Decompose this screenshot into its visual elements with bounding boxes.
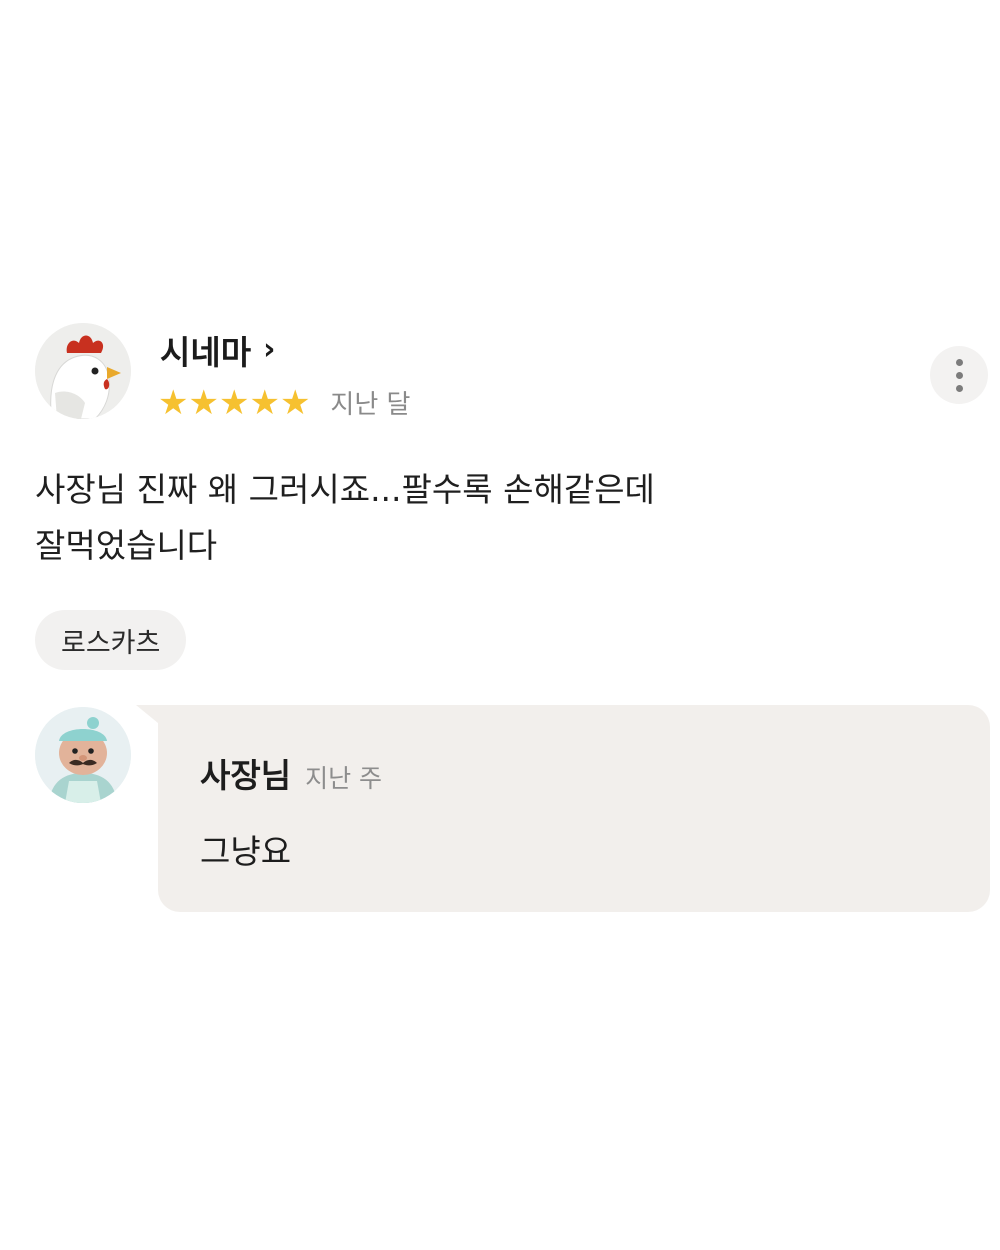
- owner-avatar-icon: [35, 707, 131, 803]
- star-icon: ★: [279, 382, 311, 423]
- review-text: 사장님 진짜 왜 그러시죠...팔수록 손해같은데 잘먹었습니다: [35, 462, 935, 574]
- owner-reply-date: 지난 주: [305, 764, 383, 793]
- chicken-avatar-icon[interactable]: [35, 323, 131, 419]
- more-vertical-icon: [955, 371, 963, 379]
- owner-reply-text: 그냥요: [200, 832, 292, 871]
- chevron-right-icon: ›: [263, 332, 276, 367]
- menu-tag-chip[interactable]: 로스카츠: [35, 610, 187, 670]
- menu-tag-label: 로스카츠: [61, 627, 161, 659]
- review-date: 지난 달: [330, 390, 411, 420]
- review-card: 시네마 › ★ ★ ★ ★ ★ 지난 달 사장님 진짜 왜 그러시죠...팔수록 손해같…: [0, 0, 1000, 1250]
- more-vertical-icon: [955, 358, 963, 366]
- review-text-line: 잘먹었습니다: [35, 526, 218, 565]
- more-vertical-icon: [955, 384, 963, 392]
- star-icon: ★: [249, 382, 280, 423]
- more-options-button[interactable]: [930, 346, 988, 404]
- review-text-line: 사장님 진짜 왜 그러시죠...팔수록 손해같은데: [35, 470, 655, 509]
- star-icon: ★: [158, 382, 189, 423]
- star-rating: ★ ★ ★ ★ ★: [158, 386, 310, 420]
- star-icon: ★: [218, 382, 250, 423]
- reviewer-name: 시네마: [160, 333, 252, 372]
- owner-reply-bubble: 사장님 지난 주 그냥요: [136, 705, 990, 912]
- reviewer-name-link[interactable]: 시네마 ›: [160, 326, 275, 374]
- owner-reply-header: 사장님 지난 주: [200, 749, 382, 797]
- star-icon: ★: [188, 382, 219, 423]
- owner-name: 사장님: [200, 756, 292, 795]
- rating-row: ★ ★ ★ ★ ★ 지난 달: [158, 384, 410, 421]
